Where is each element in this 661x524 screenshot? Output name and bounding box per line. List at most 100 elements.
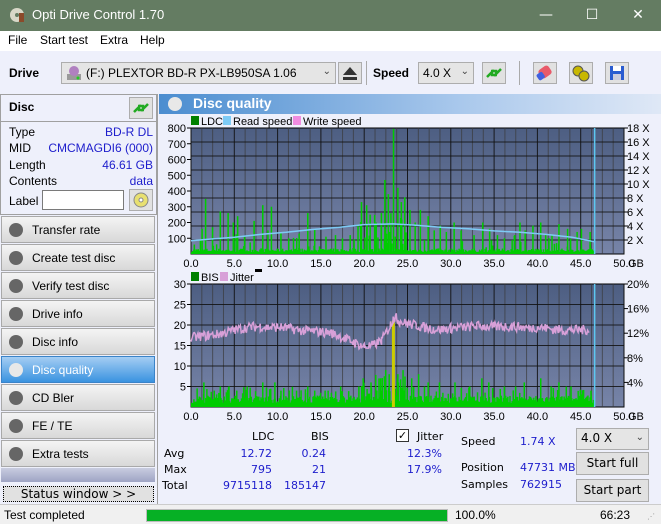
y2-tick-label: 18 X <box>627 123 650 135</box>
ldc-peak <box>409 209 411 254</box>
speed-value: 4.0 X <box>423 66 452 80</box>
samples-label: Samples <box>461 478 508 491</box>
bis-peak <box>246 386 248 407</box>
window-title: Opti Drive Control 1.70 <box>32 7 165 22</box>
save-button[interactable] <box>605 62 629 84</box>
x-tick-label: 45.0 <box>570 411 591 423</box>
bis-peak <box>488 382 490 407</box>
disc-label-button[interactable] <box>129 189 153 211</box>
disc-header: Disc <box>9 100 35 114</box>
drive-select[interactable]: (F:) PLEXTOR BD-R PX-LB950SA 1.06 ⌄ <box>61 62 336 84</box>
y-tick-label: 800 <box>168 123 186 135</box>
start-full-button[interactable]: Start full <box>576 452 649 475</box>
drive-value: (F:) PLEXTOR BD-R PX-LB950SA 1.06 <box>86 66 297 80</box>
ldc-peak <box>392 128 395 254</box>
y-tick-label: 400 <box>168 186 186 198</box>
ldc-peak <box>404 197 406 254</box>
bis-peak <box>514 386 517 407</box>
charts-area: LDC Read speed Write speed 100 200 300 400 5… <box>168 116 650 423</box>
eraser-icon <box>536 65 552 81</box>
x-tick-label: 35.0 <box>483 411 504 423</box>
ldc-peak <box>414 222 416 254</box>
menu-start-test[interactable]: Start test <box>40 33 88 47</box>
bis-peak <box>219 386 222 407</box>
bis-peak <box>427 382 429 407</box>
bis-legend-swatch <box>191 272 199 281</box>
bis-peak <box>570 386 572 407</box>
test-speed-select[interactable]: 4.0 X ⌄ <box>576 428 649 450</box>
y2-tick-label: 16% <box>627 304 649 316</box>
nav-cd-bler[interactable]: CD Bler <box>1 384 155 411</box>
jitter-checkbox[interactable]: ✓ <box>396 429 409 442</box>
bis-peak <box>324 390 326 407</box>
gears-icon <box>572 65 590 82</box>
ldc-peak <box>519 222 521 254</box>
ldc-peak <box>524 230 526 254</box>
erase-button[interactable] <box>533 62 557 84</box>
nav-drive-info[interactable]: Drive info <box>1 300 155 327</box>
stats-avg-label: Avg <box>164 447 185 460</box>
bis-peak <box>280 390 282 407</box>
ldc-peak <box>307 213 309 254</box>
refresh-arrows-icon <box>133 103 149 113</box>
minimize-button[interactable]: — <box>523 0 569 31</box>
stats-max-bis: 21 <box>312 463 326 476</box>
disc-refresh-button[interactable] <box>129 97 153 119</box>
ldc-peak <box>253 220 255 254</box>
legend-ldc: LDC <box>201 116 223 128</box>
disc-type-value: BD-R DL <box>104 125 153 139</box>
stats-total-ldc: 9715118 <box>223 479 272 492</box>
nav-fe-te[interactable]: FE / TE <box>1 412 155 439</box>
panel-title: Disc quality <box>193 95 272 111</box>
cd-icon <box>133 192 149 208</box>
bis-peak <box>558 382 560 407</box>
menu-help[interactable]: Help <box>140 33 165 47</box>
menu-extra[interactable]: Extra <box>100 33 128 47</box>
nav-transfer-rate[interactable]: Transfer rate <box>1 216 155 243</box>
resize-grip-icon[interactable]: ⋰ <box>647 512 655 521</box>
x-tick-label: 5.0 <box>227 258 242 270</box>
ldc-peak <box>460 230 462 254</box>
y-tick-label: 20 <box>174 320 186 332</box>
y2-tick-label: 14 X <box>627 151 650 163</box>
nav-disc-quality[interactable]: Disc quality <box>1 356 155 383</box>
bis-peak <box>307 386 309 407</box>
stats-avg-jitter: 12.3% <box>407 447 442 460</box>
maximize-button[interactable]: ☐ <box>569 0 615 31</box>
x-tick-label: 15.0 <box>310 411 331 423</box>
nav-create-test-disc[interactable]: Create test disc <box>1 244 155 271</box>
nav-verify-test-disc[interactable]: Verify test disc <box>1 272 155 299</box>
eject-button[interactable] <box>338 62 362 84</box>
start-part-button[interactable]: Start part <box>576 479 649 502</box>
refresh-button[interactable] <box>482 62 506 84</box>
y-tick-label: 200 <box>168 218 186 230</box>
y2-tick-label: 8% <box>627 353 643 365</box>
ldc-peak <box>236 216 239 254</box>
bis-peak <box>384 370 387 407</box>
x-tick-label: 10.0 <box>267 258 288 270</box>
ldc-peak <box>298 233 300 254</box>
stats-col-bis: BIS <box>311 430 329 443</box>
bis-peak <box>313 390 316 407</box>
chevron-down-icon: ⌄ <box>460 66 469 77</box>
settings-button[interactable] <box>569 62 593 84</box>
y2-tick-label: 20% <box>627 279 649 291</box>
ldc-peak <box>419 209 422 254</box>
ldc-peak <box>287 238 290 254</box>
bis-peak <box>295 390 298 407</box>
disc-icon <box>168 97 182 111</box>
status-window-button[interactable]: Status window > > <box>3 486 154 502</box>
nav-disc-info[interactable]: Disc info <box>1 328 155 355</box>
ldc-peak <box>334 235 337 254</box>
disc-label-input[interactable] <box>42 190 124 210</box>
disc-length-value: 46.61 GB <box>102 158 153 172</box>
speed-select[interactable]: 4.0 X ⌄ <box>418 62 474 84</box>
stats-avg-ldc: 12.72 <box>240 447 273 460</box>
disc-quality-panel: Disc quality LDC Read speed Write speed … <box>157 94 661 504</box>
menu-file[interactable]: File <box>8 33 27 47</box>
nav-extra-tests[interactable]: Extra tests <box>1 440 155 467</box>
ldc-peak <box>325 236 327 254</box>
read-speed-legend-swatch <box>223 116 231 125</box>
bis-peak <box>213 390 216 407</box>
close-button[interactable]: ✕ <box>615 0 661 31</box>
